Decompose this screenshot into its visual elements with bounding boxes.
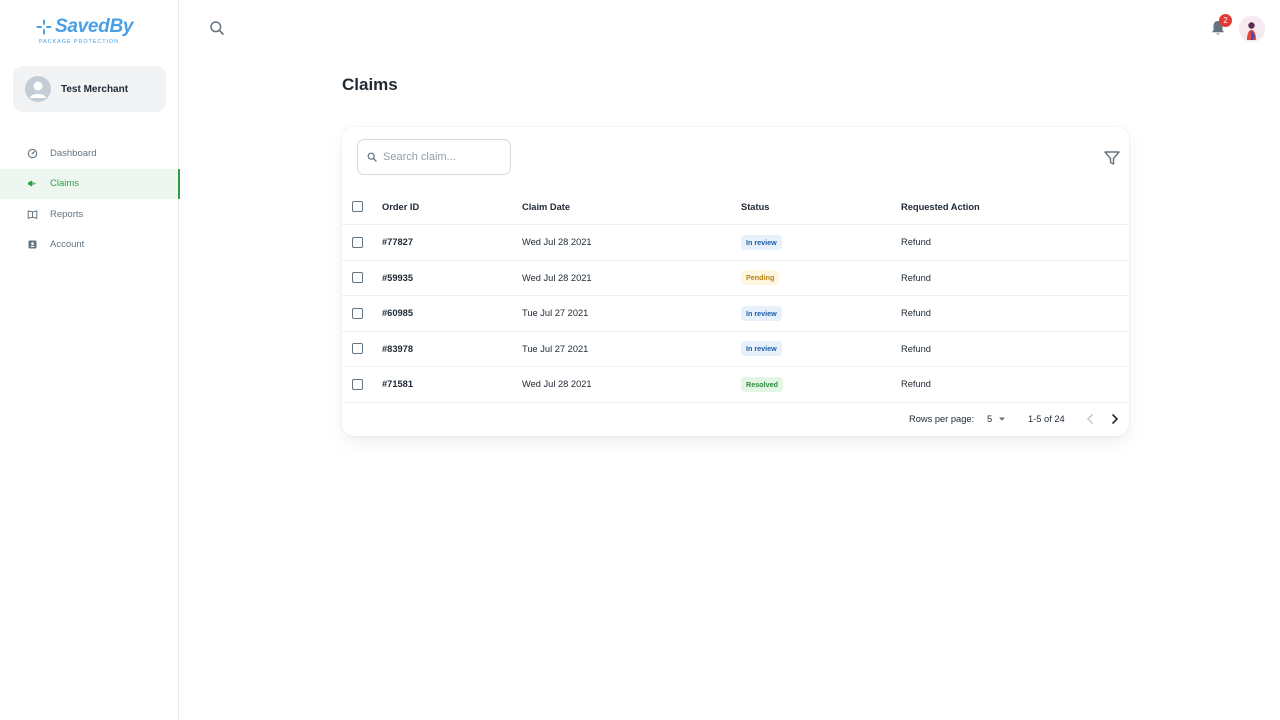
claim-date: Tue Jul 27 2021 <box>522 308 589 319</box>
brand-tagline: PACKAGE PROTECTION <box>39 39 119 45</box>
sidebar-item-dashboard[interactable]: Dashboard <box>0 138 179 169</box>
dashboard-icon <box>27 148 38 159</box>
row-checkbox[interactable] <box>352 343 363 355</box>
pagination-range: 1-5 of 24 <box>1028 414 1065 424</box>
reports-icon <box>27 209 38 220</box>
requested-action: Refund <box>901 379 931 390</box>
sidebar-item-label: Account <box>50 239 85 251</box>
table-row[interactable]: #77827 Wed Jul 28 2021 In review Refund <box>342 225 1129 261</box>
status-badge: In review <box>741 305 782 321</box>
sidebar-item-account[interactable]: Account <box>0 230 179 261</box>
brand-mark-icon <box>36 19 52 35</box>
caret-down-icon <box>999 417 1006 421</box>
column-header-order-id[interactable]: Order ID <box>382 189 419 224</box>
table-header: Order ID Claim Date Status Requested Act… <box>342 189 1129 225</box>
claims-icon <box>27 178 38 189</box>
rows-per-page-select[interactable]: 5 <box>987 402 1006 436</box>
order-id: #83978 <box>382 343 414 354</box>
table-row[interactable]: #71581 Wed Jul 28 2021 Resolved Refund <box>342 367 1129 403</box>
search-field[interactable] <box>357 139 511 175</box>
page-title: Claims <box>342 75 398 94</box>
search-icon[interactable] <box>209 20 225 36</box>
row-checkbox[interactable] <box>352 236 363 248</box>
brand-name: SavedBy <box>55 16 134 37</box>
requested-action: Refund <box>901 343 931 354</box>
brand-logo[interactable]: SavedBy PACKAGE PROTECTION <box>36 16 136 48</box>
chevron-right-icon <box>1112 414 1118 424</box>
account-icon <box>27 239 38 250</box>
order-id: #59935 <box>382 272 414 283</box>
filter-icon[interactable] <box>1103 149 1121 167</box>
merchant-avatar <box>25 76 51 102</box>
column-header-requested-action[interactable]: Requested Action <box>901 189 980 224</box>
select-all-checkbox[interactable] <box>352 201 363 212</box>
merchant-name: Test Merchant <box>61 83 129 95</box>
user-icon <box>30 81 46 98</box>
order-id: #71581 <box>382 379 414 390</box>
table-row[interactable]: #60985 Tue Jul 27 2021 In review Refund <box>342 296 1129 332</box>
sidebar-item-label: Dashboard <box>50 147 97 159</box>
table-row[interactable]: #83978 Tue Jul 27 2021 In review Refund <box>342 332 1129 367</box>
row-checkbox[interactable] <box>352 307 363 319</box>
claim-date: Wed Jul 28 2021 <box>522 379 592 390</box>
sidebar-item-label: Claims <box>50 178 80 190</box>
claim-date: Wed Jul 28 2021 <box>522 272 592 283</box>
sidebar-nav: Dashboard Claims Reports Account <box>0 138 180 261</box>
sidebar-item-claims[interactable]: Claims <box>0 168 180 199</box>
row-checkbox[interactable] <box>352 272 363 284</box>
sidebar: SavedBy PACKAGE PROTECTION Test Merchant… <box>0 0 180 720</box>
claim-date: Wed Jul 28 2021 <box>522 237 592 248</box>
search-icon <box>367 152 377 162</box>
requested-action: Refund <box>901 237 931 248</box>
table-pagination: Rows per page: 5 1-5 of 24 <box>342 402 1129 436</box>
status-badge: Resolved <box>741 376 783 392</box>
table-row[interactable]: #59935 Wed Jul 28 2021 Pending Refund <box>342 261 1129 296</box>
sidebar-item-label: Reports <box>50 208 84 220</box>
sidebar-item-reports[interactable]: Reports <box>0 199 179 230</box>
rows-per-page-value: 5 <box>987 414 993 424</box>
requested-action: Refund <box>901 272 931 283</box>
previous-page-button[interactable] <box>1083 411 1097 427</box>
requested-action: Refund <box>901 308 931 319</box>
claim-date: Tue Jul 27 2021 <box>522 343 589 354</box>
order-id: #77827 <box>382 237 414 248</box>
status-badge: In review <box>741 341 782 357</box>
next-page-button[interactable] <box>1108 411 1122 427</box>
column-header-claim-date[interactable]: Claim Date <box>522 189 570 224</box>
claims-table-card: Order ID Claim Date Status Requested Act… <box>342 127 1129 436</box>
user-avatar[interactable] <box>1239 16 1265 42</box>
notification-badge: 2 <box>1219 14 1232 27</box>
profile-avatar-icon <box>1239 16 1265 42</box>
order-id: #60985 <box>382 308 414 319</box>
merchant-card[interactable]: Test Merchant <box>13 66 166 112</box>
status-badge: In review <box>741 234 782 250</box>
column-header-status[interactable]: Status <box>741 189 769 224</box>
search-input[interactable] <box>383 151 498 163</box>
chevron-left-icon <box>1087 414 1093 424</box>
status-badge: Pending <box>741 270 780 286</box>
row-checkbox[interactable] <box>352 378 363 390</box>
rows-per-page-label: Rows per page: <box>909 414 975 424</box>
